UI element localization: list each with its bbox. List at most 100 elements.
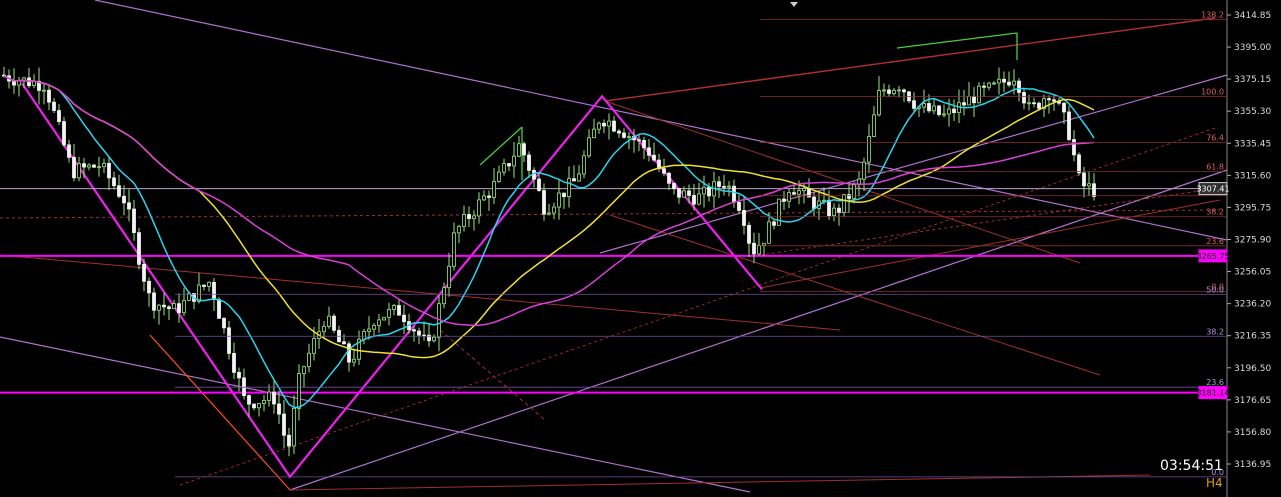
candle-bear [692, 195, 696, 205]
candle-bull [947, 108, 951, 115]
candle-bull [877, 90, 881, 116]
y-tick-label: 3256.05 [1234, 268, 1271, 278]
candle-bull [307, 352, 311, 368]
candle-bear [927, 103, 931, 112]
candle-bear [137, 232, 141, 265]
candle-bear [1007, 81, 1011, 86]
y-tick-label: 3395.00 [1234, 43, 1271, 53]
candle-bull [352, 358, 356, 363]
candle-bull [17, 80, 21, 86]
y-tick-label: 3414.85 [1234, 11, 1271, 21]
candle-bull [462, 214, 466, 228]
candle-bull [382, 316, 386, 321]
candle-bull [302, 366, 306, 374]
candle-bear [782, 198, 786, 202]
fib-level-label: 61.8 [1206, 162, 1224, 171]
candle-bull [727, 185, 731, 188]
fib-level-label: 23.6 [1206, 378, 1224, 387]
candle-bull [362, 331, 366, 340]
candle-bear [117, 185, 121, 197]
candle-bull [587, 137, 591, 157]
candle-bull [322, 326, 326, 333]
candle-bear [792, 192, 796, 195]
fib-level-label: 50.0 [1206, 285, 1224, 294]
candle-bear [1002, 78, 1006, 83]
y-tick-label: 3216.35 [1234, 332, 1271, 342]
candle-bear [717, 181, 721, 187]
candle-bear [277, 403, 281, 415]
fib-level-label: 23.6 [1206, 237, 1224, 246]
candle-bull [297, 373, 301, 409]
candle-bear [847, 194, 851, 199]
candle-bear [202, 284, 206, 287]
candle-bull [922, 103, 926, 108]
candle-bull [697, 193, 701, 205]
candle-bull [592, 128, 596, 139]
candle-bear [837, 207, 841, 213]
candle-bear [332, 315, 336, 331]
candle-bull [432, 336, 436, 342]
candle-bull [557, 192, 561, 208]
candle-bear [507, 163, 511, 167]
candle-bear [1077, 154, 1081, 174]
candle-bear [612, 120, 616, 132]
candle-bull [42, 89, 46, 92]
candle-bull [757, 244, 761, 255]
candle-bull [497, 171, 501, 182]
candle-bull [577, 173, 581, 182]
candle-bear [342, 341, 346, 345]
candle-bear [417, 330, 421, 336]
candle-bull [292, 407, 296, 447]
candle-bull [997, 78, 1001, 84]
candle-bull [517, 143, 521, 157]
y-tick-label: 3196.50 [1234, 364, 1271, 374]
candle-bear [227, 327, 231, 354]
candle-bear [397, 305, 401, 316]
candle-bull [767, 221, 771, 244]
candle-bear [1082, 172, 1086, 187]
price-axis: 3414.85 3395.00 3375.15 3355.30 3335.45 3315.… [1227, 11, 1271, 470]
candle-bull [77, 163, 81, 179]
candle-bull [607, 120, 611, 127]
candle-bull [862, 161, 866, 180]
candle-bear [487, 195, 491, 198]
candle-bull [482, 195, 486, 201]
candle-bear [542, 190, 546, 215]
candle-bear [272, 391, 276, 405]
candle-bear [747, 224, 751, 244]
chart-canvas[interactable]: 138.2100.076.461.850.038.223.60.050.038.… [0, 0, 1281, 497]
candle-bear [1022, 92, 1026, 104]
candle-bull [512, 155, 516, 167]
candle-bear [57, 110, 61, 123]
candle-bull [172, 303, 176, 310]
candle-bear [537, 178, 541, 191]
candle-bear [52, 101, 56, 111]
candle-bear [162, 304, 166, 308]
candle-bear [132, 208, 136, 234]
candle-bear [972, 96, 976, 104]
candle-bear [912, 100, 916, 109]
candle-bull [567, 178, 571, 198]
candle-bear [242, 377, 246, 396]
candle-bear [212, 281, 216, 300]
candle-bull [992, 82, 996, 85]
candle-bear [92, 164, 96, 168]
candle-bear [1017, 80, 1021, 93]
candle-bear [687, 190, 691, 196]
price-chart[interactable]: 138.2100.076.461.850.038.223.60.050.038.… [0, 0, 1281, 497]
candle-bear [127, 202, 131, 210]
candle-bull [547, 212, 551, 215]
candle-bull [327, 315, 331, 327]
candle-bear [572, 178, 576, 182]
candle-bear [237, 371, 241, 379]
candle-bull [682, 190, 686, 198]
candle-bear [742, 210, 746, 226]
candle-bear [952, 108, 956, 113]
candle-bull [852, 184, 856, 199]
y-tick-label: 3315.60 [1234, 171, 1271, 181]
candle-bear [467, 214, 471, 219]
candle-bull [1012, 80, 1016, 86]
candle-bear [222, 317, 226, 329]
candle-bear [107, 162, 111, 179]
candle-bear [527, 154, 531, 171]
